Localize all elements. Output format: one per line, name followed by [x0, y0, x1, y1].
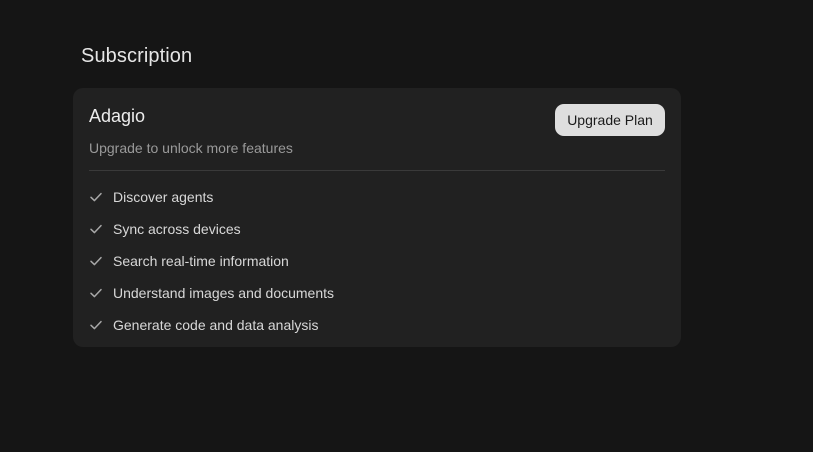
feature-label: Understand images and documents — [113, 285, 335, 301]
plan-name: Adagio — [89, 106, 146, 126]
check-icon — [89, 190, 103, 204]
subscription-page: Subscription Adagio Upgrade to unlock mo… — [0, 0, 813, 452]
plan-subtitle: Upgrade to unlock more features — [89, 140, 293, 156]
feature-item: Discover agents — [89, 181, 334, 213]
check-icon — [89, 318, 103, 332]
feature-label: Discover agents — [113, 189, 214, 205]
feature-list: Discover agents Sync across devices Sear… — [89, 181, 334, 341]
feature-item: Sync across devices — [89, 213, 334, 245]
feature-label: Search real-time information — [113, 253, 289, 269]
feature-label: Sync across devices — [113, 221, 241, 237]
feature-item: Generate code and data analysis — [89, 309, 334, 341]
feature-label: Generate code and data analysis — [113, 317, 319, 333]
check-icon — [89, 254, 103, 268]
divider — [89, 170, 665, 171]
subscription-card: Adagio Upgrade to unlock more features U… — [73, 88, 681, 347]
check-icon — [89, 222, 103, 236]
feature-item: Understand images and documents — [89, 277, 334, 309]
section-title: Subscription — [81, 45, 193, 67]
check-icon — [89, 286, 103, 300]
feature-item: Search real-time information — [89, 245, 334, 277]
upgrade-plan-button[interactable]: Upgrade Plan — [555, 104, 665, 136]
